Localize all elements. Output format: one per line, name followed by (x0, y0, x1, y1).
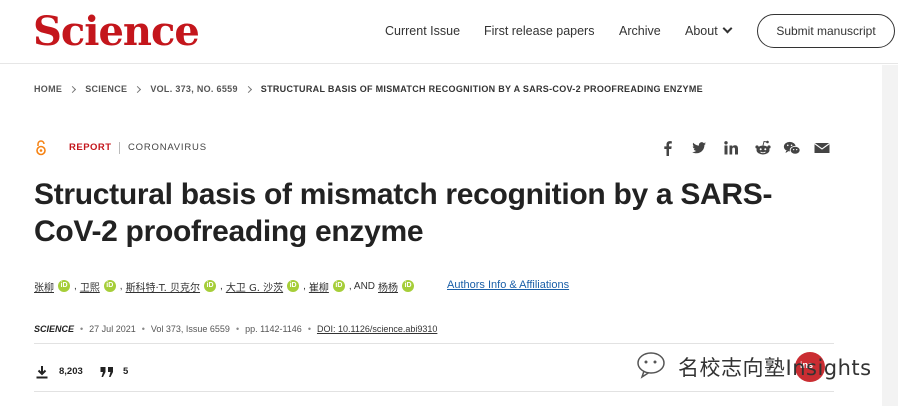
submit-manuscript-button[interactable]: Submit manuscript (757, 14, 895, 48)
author-separator: , (74, 280, 77, 292)
breadcrumb-current: STRUCTURAL BASIS OF MISMATCH RECOGNITION… (260, 84, 703, 94)
author-name[interactable]: 崔柳 (309, 279, 329, 294)
article-topic[interactable]: CORONAVIRUS (128, 142, 207, 153)
article-type-badge: REPORT (69, 142, 112, 153)
download-icon[interactable] (34, 365, 50, 379)
author-name[interactable]: 大卫 G. 沙茨 (226, 279, 283, 294)
author-name[interactable]: 张柳 (34, 279, 54, 294)
author-and: , AND (348, 280, 376, 292)
author-name[interactable]: 卫熙 (80, 279, 100, 294)
page-range: pp. 1142-1146 (245, 324, 302, 334)
nav-archive[interactable]: Archive (619, 22, 661, 40)
author-name[interactable]: 斯科特·T. 贝克尔 (126, 279, 200, 294)
info-separator: • (80, 324, 84, 334)
info-separator: • (307, 324, 311, 334)
watermark-text: 名校志向塾Insights (678, 356, 872, 380)
orcid-icon[interactable]: iD (402, 280, 415, 292)
publication-info: SCIENCE • 27 Jul 2021 • Vol 373, Issue 6… (34, 322, 437, 336)
orcid-icon[interactable]: iD (58, 280, 70, 292)
breadcrumb: HOME SCIENCE VOL. 373, NO. 6559 STRUCTUR… (34, 82, 703, 96)
author-list: 张柳 iD , 卫熙 iD , 斯科特·T. 贝克尔 iD , 大卫 G. 沙茨… (34, 277, 418, 295)
top-navigation: Science Current Issue First release pape… (0, 0, 898, 64)
chevron-down-icon (722, 23, 733, 34)
author-separator: , (119, 280, 123, 292)
orcid-icon[interactable]: iD (332, 280, 345, 292)
nav-current-issue[interactable]: Current Issue (385, 22, 460, 40)
author-name[interactable]: 杨杨 (378, 279, 398, 294)
wechat-watermark-icon (637, 352, 665, 379)
nav-about[interactable]: About (685, 22, 733, 40)
nav-about-label: About (685, 24, 718, 38)
authors-affiliations-link[interactable]: Authors Info & Affiliations (447, 279, 569, 291)
breadcrumb-home[interactable]: HOME (34, 84, 62, 94)
breadcrumb-science[interactable]: SCIENCE (85, 84, 127, 94)
author-separator: , (303, 280, 306, 292)
email-icon[interactable] (813, 139, 831, 157)
linkedin-icon[interactable] (722, 139, 740, 157)
meta-divider (119, 142, 120, 154)
orcid-icon[interactable]: iD (287, 280, 300, 292)
citation-count: 5 (123, 366, 129, 377)
divider (34, 391, 834, 392)
wechat-icon[interactable] (783, 139, 801, 157)
doi-link[interactable]: DOI: 10.1126/science.abi9310 (317, 324, 437, 334)
journal-name[interactable]: SCIENCE (34, 324, 74, 334)
info-separator: • (141, 324, 145, 334)
info-separator: • (235, 324, 240, 334)
orcid-icon[interactable]: iD (103, 280, 116, 292)
breadcrumb-volume[interactable]: VOL. 373, NO. 6559 (150, 84, 237, 94)
author-separator: , (220, 280, 223, 292)
orcid-icon[interactable]: iD (204, 280, 217, 292)
reddit-icon[interactable] (754, 139, 772, 157)
article-title: Structural basis of mismatch recognition… (34, 178, 773, 248)
open-access-icon (36, 140, 46, 156)
twitter-icon[interactable] (690, 139, 708, 157)
chevron-right-icon (69, 85, 77, 93)
divider (34, 343, 834, 344)
nav-first-release[interactable]: First release papers (484, 22, 594, 40)
publication-date: 27 Jul 2021 (89, 324, 136, 334)
chevron-right-icon (134, 85, 142, 93)
facebook-icon[interactable] (659, 139, 677, 157)
citation-quote-icon[interactable] (99, 365, 115, 379)
chevron-right-icon (244, 85, 252, 93)
science-logo[interactable]: Science (33, 8, 200, 56)
download-count: 8,203 (59, 366, 83, 377)
volume-issue: Vol 373, Issue 6559 (150, 324, 230, 334)
